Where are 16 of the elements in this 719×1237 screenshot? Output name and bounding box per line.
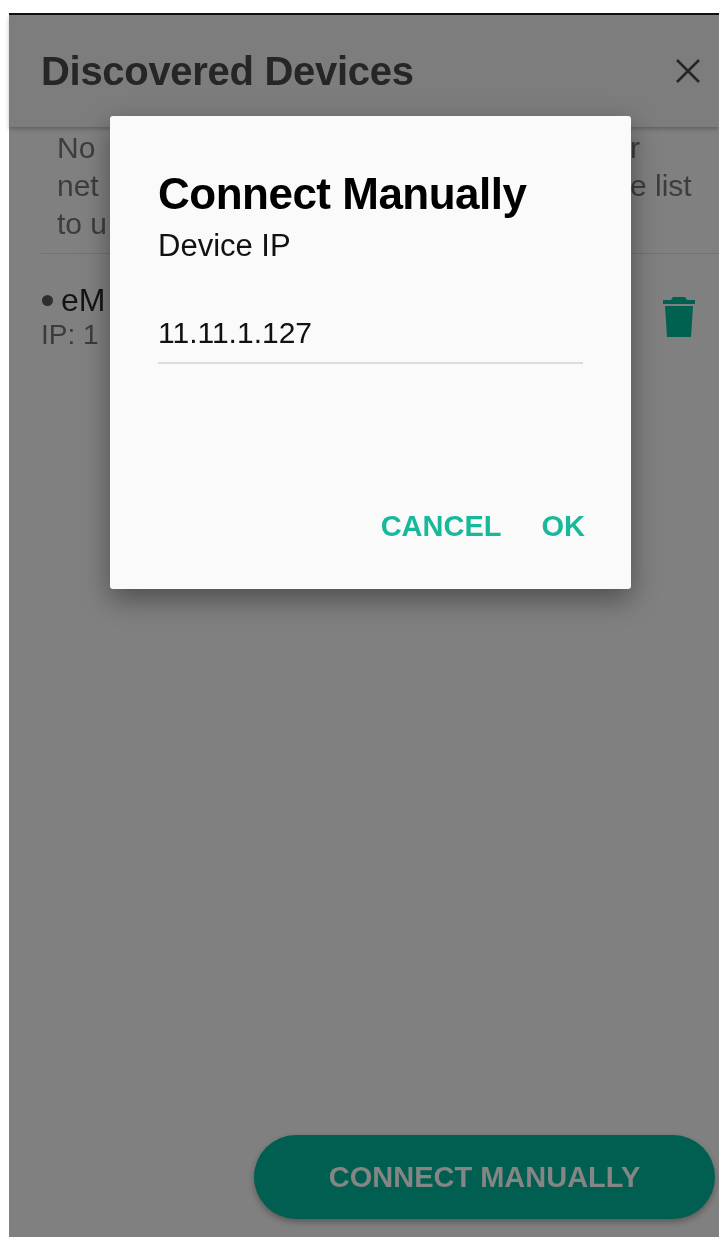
notice-text: to u <box>57 206 108 242</box>
notice-text: r <box>630 130 640 166</box>
connect-manually-button[interactable]: CONNECT MANUALLY <box>254 1135 715 1219</box>
bullet-dot <box>42 294 53 306</box>
notice-text: e list <box>630 168 692 204</box>
device-name[interactable]: eM <box>61 282 106 318</box>
close-icon <box>675 58 701 84</box>
dialog-title: Connect Manually <box>158 168 528 220</box>
device-ip: IP: 1 <box>41 318 100 352</box>
notice-text: No <box>57 130 96 166</box>
dialog-button[interactable]: CANCEL <box>380 510 502 543</box>
field-label: Device IP <box>158 227 291 265</box>
ip-input-field[interactable]: 11.11.1.127 <box>158 316 583 364</box>
notice-text: net <box>57 168 99 204</box>
screen-title: Discovered Devices <box>41 48 414 94</box>
dialog-button[interactable]: OK <box>541 510 585 543</box>
